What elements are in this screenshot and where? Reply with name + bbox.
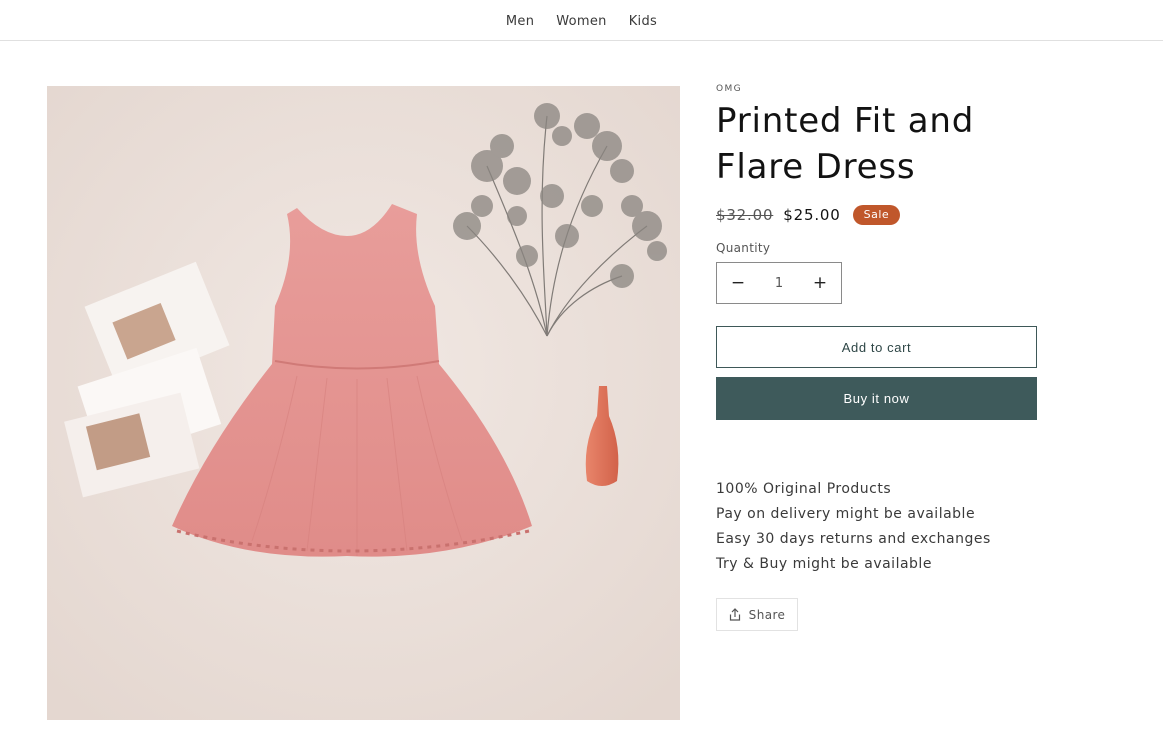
feature-item: Easy 30 days returns and exchanges xyxy=(716,531,991,547)
nav-link-men[interactable]: Men xyxy=(506,14,534,29)
price-sale: $25.00 xyxy=(783,206,841,224)
add-to-cart-button[interactable]: Add to cart xyxy=(716,326,1037,368)
feature-item: Try & Buy might be available xyxy=(716,556,932,572)
product-image[interactable] xyxy=(47,86,680,720)
sale-badge: Sale xyxy=(852,205,901,225)
share-button[interactable]: Share xyxy=(716,598,798,631)
feature-item: Pay on delivery might be available xyxy=(716,506,976,522)
plus-icon: + xyxy=(812,273,828,293)
product-info: OMG Printed Fit and Flare Dress $32.00 $… xyxy=(716,84,1046,631)
nav-link-kids[interactable]: Kids xyxy=(629,14,657,29)
main-nav: Men Women Kids xyxy=(0,0,1163,41)
quantity-label: Quantity xyxy=(716,241,771,255)
quantity-stepper: − + xyxy=(716,262,842,304)
quantity-increase-button[interactable]: + xyxy=(799,263,841,303)
price-compare: $32.00 xyxy=(716,206,774,224)
dress-photo-illustration xyxy=(47,86,680,720)
nav-link-women[interactable]: Women xyxy=(556,14,606,29)
minus-icon: − xyxy=(730,273,746,293)
feature-item: 100% Original Products xyxy=(716,481,892,497)
product-vendor: OMG xyxy=(716,84,743,94)
quantity-decrease-button[interactable]: − xyxy=(717,263,759,303)
share-label: Share xyxy=(748,607,786,622)
price-row: $32.00 $25.00 Sale xyxy=(716,205,1046,225)
share-icon xyxy=(729,608,741,621)
buy-now-button[interactable]: Buy it now xyxy=(716,377,1037,420)
quantity-input[interactable] xyxy=(759,275,799,291)
feature-list: 100% Original Products Pay on delivery m… xyxy=(716,477,1046,577)
product-title: Printed Fit and Flare Dress xyxy=(716,101,975,187)
